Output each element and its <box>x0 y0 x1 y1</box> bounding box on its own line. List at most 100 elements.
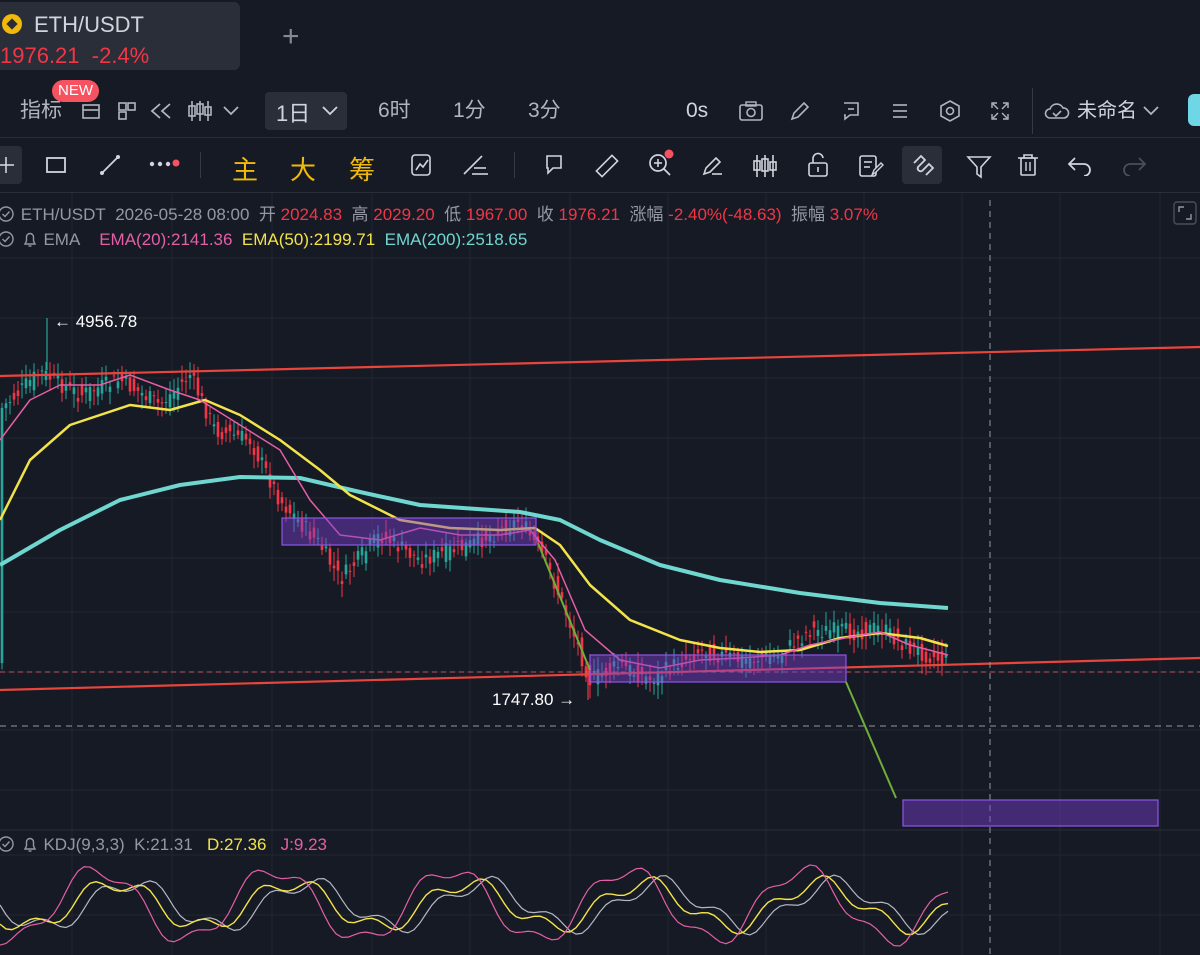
candle-body <box>12 392 16 400</box>
replay-icon[interactable] <box>148 100 174 122</box>
candle-body <box>228 424 232 432</box>
edit-list-icon[interactable] <box>856 152 884 180</box>
tab-symbol: ETH/USDT <box>34 12 144 37</box>
candle-body <box>928 658 932 663</box>
rectangle-tool-icon[interactable] <box>44 154 68 176</box>
visibility-check-icon[interactable] <box>0 205 16 223</box>
chevron-down-icon[interactable] <box>1142 104 1160 118</box>
candle-body <box>828 630 832 639</box>
magnet-tool[interactable] <box>902 146 942 184</box>
candle-body <box>440 547 444 552</box>
candle-body <box>352 562 356 566</box>
layout-name[interactable]: 未命名 <box>1077 94 1137 128</box>
ruler-icon[interactable] <box>593 152 621 180</box>
open-value: 2024.83 <box>280 205 343 224</box>
candle-body <box>412 554 416 556</box>
expand-icon[interactable] <box>1172 200 1198 226</box>
timeframe-1m[interactable]: 1分 <box>453 94 486 128</box>
candle-body <box>888 628 892 634</box>
candle-body <box>40 370 44 372</box>
change-value: -2.40%(-48.63) <box>668 205 782 224</box>
alert-note-icon[interactable] <box>838 99 862 123</box>
projection-line-1 <box>537 542 591 671</box>
redo-icon[interactable] <box>1120 154 1148 176</box>
unlock-icon[interactable] <box>805 151 831 179</box>
candle-body <box>924 651 928 663</box>
candle-body <box>116 381 120 389</box>
visibility-check-icon[interactable] <box>0 835 16 853</box>
candle-body <box>248 438 252 445</box>
chevron-down-icon[interactable] <box>222 104 240 118</box>
ema20-value: EMA(20):2141.36 <box>99 230 233 249</box>
measure-icon[interactable] <box>460 152 490 180</box>
toolbar-divider <box>1032 88 1033 134</box>
replay-timer[interactable]: 0s <box>686 94 708 128</box>
candle-body <box>64 385 68 391</box>
big-order-button[interactable]: 大 <box>290 150 316 187</box>
ohlc-legend: ETH/USDT 2026-05-28 08:00 开 2024.83 高 20… <box>0 200 878 225</box>
candle-body <box>0 407 4 664</box>
candle-body <box>908 640 912 654</box>
candle-body <box>840 623 844 627</box>
candle-body <box>100 380 104 394</box>
text-note-icon[interactable] <box>541 152 567 178</box>
candle-body <box>168 394 172 408</box>
candle-body <box>844 623 848 629</box>
layout-icon[interactable] <box>116 100 138 122</box>
timeframe-6h[interactable]: 6时 <box>378 94 411 128</box>
visibility-check-icon[interactable] <box>0 230 16 248</box>
timeframe-selected: 1日 <box>276 101 311 126</box>
candle-body <box>80 385 84 396</box>
candle-body <box>436 551 440 559</box>
high-value: 2029.20 <box>373 205 435 224</box>
trendline-tool-icon[interactable] <box>98 153 122 177</box>
main-indicator-button[interactable]: 主 <box>232 150 258 187</box>
more-tools-icon[interactable] <box>148 156 182 172</box>
kdj-legend: KDJ(9,3,3) K:21.31 D:27.36 J:9.23 <box>0 835 327 855</box>
bars-pattern-icon[interactable] <box>750 152 780 180</box>
zoom-in-icon[interactable] <box>645 148 677 180</box>
candle-body <box>200 393 204 397</box>
crosshair-tool[interactable] <box>0 146 22 184</box>
candle-body <box>104 376 108 381</box>
low-price-annotation: 1747.80 → <box>492 690 576 709</box>
candle-body <box>76 398 80 402</box>
candle-body <box>108 386 112 392</box>
list-icon[interactable] <box>888 99 912 123</box>
candle-body <box>832 622 836 633</box>
candle-body <box>796 635 800 639</box>
timeframe-selector[interactable]: 1日 <box>265 92 347 130</box>
pencil-icon[interactable] <box>788 99 812 123</box>
candle-body <box>216 422 220 437</box>
candle-body <box>444 543 448 563</box>
chevron-down-icon <box>322 106 338 116</box>
alert-bell-icon[interactable] <box>21 835 39 853</box>
alert-bell-icon[interactable] <box>21 230 39 248</box>
candle-body <box>252 448 256 455</box>
trash-icon[interactable] <box>1015 151 1041 179</box>
compare-icon[interactable] <box>408 152 436 180</box>
publish-button[interactable] <box>1188 94 1200 126</box>
candle-body <box>24 378 28 389</box>
brush-icon[interactable] <box>698 152 726 180</box>
candle-body <box>432 549 436 563</box>
candle-body <box>164 401 168 403</box>
candle-type-icon[interactable] <box>186 98 214 124</box>
camera-icon[interactable] <box>738 99 764 123</box>
undo-icon[interactable] <box>1066 154 1094 176</box>
candle-body <box>328 548 332 565</box>
tab-last-price: 1976.21 <box>0 43 80 68</box>
candle-body <box>180 379 184 382</box>
candle-body <box>96 387 100 397</box>
resistance-trendline <box>0 345 1200 378</box>
timeframe-3m[interactable]: 3分 <box>528 94 561 128</box>
fullscreen-icon[interactable] <box>988 99 1012 123</box>
chip-distribution-button[interactable]: 筹 <box>349 150 375 187</box>
symbol-tab[interactable]: ETH/USDT 1976.21 -2.4% <box>0 2 240 70</box>
settings-hex-icon[interactable] <box>938 99 962 123</box>
kdj-d: D:27.36 <box>206 835 267 854</box>
template-icon[interactable] <box>80 100 102 122</box>
filter-icon[interactable] <box>965 152 993 180</box>
add-tab-button[interactable]: + <box>282 20 300 54</box>
candle-body <box>812 621 816 628</box>
